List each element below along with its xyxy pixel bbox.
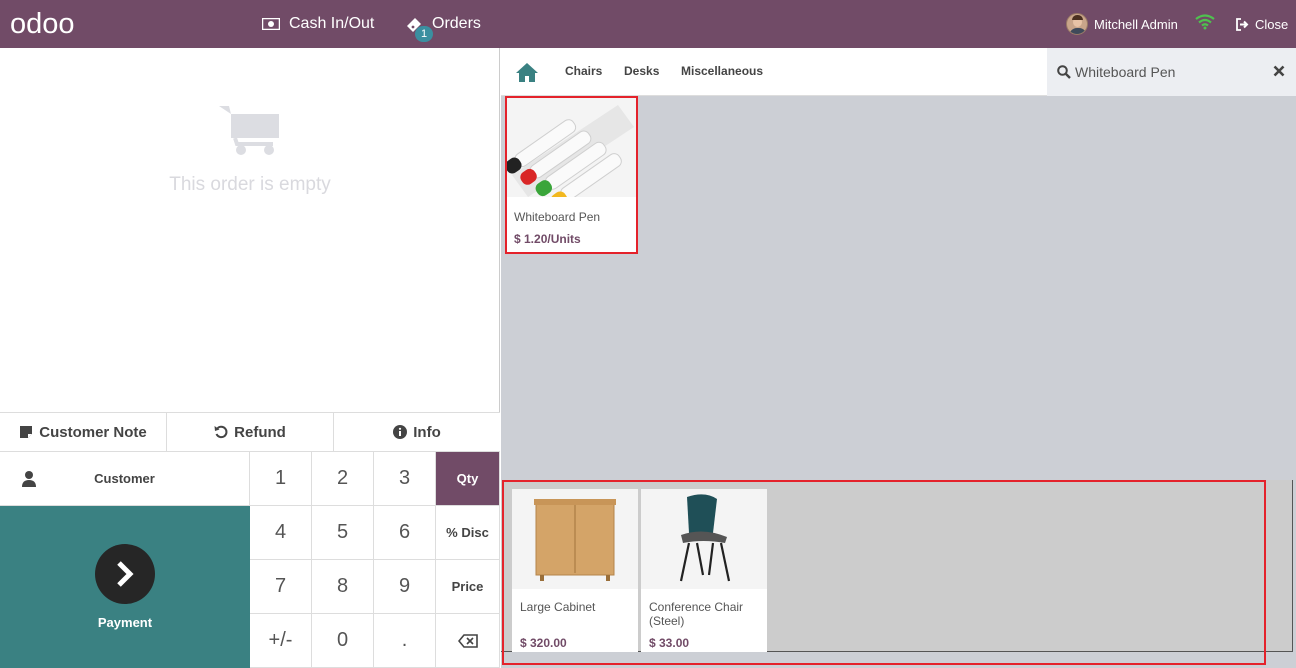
customer-note-button[interactable]: Customer Note bbox=[0, 413, 167, 452]
numpad-key-0[interactable]: 0 bbox=[312, 614, 374, 668]
search-input[interactable] bbox=[1075, 60, 1265, 84]
cash-in-out-button[interactable]: Cash In/Out bbox=[262, 0, 374, 48]
note-icon bbox=[20, 426, 33, 438]
category-miscellaneous[interactable]: Miscellaneous bbox=[681, 64, 763, 78]
numpad-key-plus-minus[interactable]: +/- bbox=[250, 614, 312, 668]
top-bar: odoo Cash In/Out 1 Orders Mitchell Admin… bbox=[0, 0, 1296, 48]
customer-note-label: Customer Note bbox=[39, 423, 147, 441]
info-icon bbox=[393, 425, 408, 439]
whiteboard-pen-image bbox=[506, 97, 636, 197]
category-bar: Chairs Desks Miscellaneous bbox=[501, 48, 1296, 96]
customer-button[interactable]: Customer bbox=[0, 452, 250, 506]
numpad-key-7[interactable]: 7 bbox=[250, 560, 312, 614]
product-name: Conference Chair (Steel) bbox=[649, 600, 744, 628]
user-name: Mitchell Admin bbox=[1094, 16, 1178, 32]
orders-button[interactable]: 1 Orders bbox=[405, 0, 481, 48]
numpad-key-3[interactable]: 3 bbox=[374, 452, 436, 506]
product-card-conference-chair[interactable]: Conference Chair (Steel) $ 33.00 bbox=[641, 489, 767, 652]
undo-icon bbox=[214, 425, 228, 439]
info-label: Info bbox=[413, 423, 441, 441]
order-panel: This order is empty Customer Note Refund… bbox=[0, 48, 500, 668]
odoo-logo: odoo bbox=[10, 9, 75, 39]
numpad-key-5[interactable]: 5 bbox=[312, 506, 374, 560]
svg-text:odoo: odoo bbox=[10, 9, 75, 39]
payment-button[interactable]: Payment bbox=[0, 506, 250, 668]
chevron-right-icon bbox=[95, 544, 155, 604]
product-price: $ 33.00 bbox=[649, 636, 690, 650]
category-chairs[interactable]: Chairs bbox=[565, 64, 602, 78]
backspace-button[interactable] bbox=[436, 614, 500, 668]
numpad-key-1[interactable]: 1 bbox=[250, 452, 312, 506]
product-name: Large Cabinet bbox=[520, 600, 596, 614]
avatar bbox=[1066, 13, 1088, 35]
refund-button[interactable]: Refund bbox=[167, 413, 334, 452]
close-icon[interactable] bbox=[1273, 65, 1285, 77]
home-icon[interactable] bbox=[515, 62, 539, 82]
user-menu[interactable]: Mitchell Admin bbox=[1066, 0, 1178, 48]
product-card-large-cabinet[interactable]: Large Cabinet $ 320.00 bbox=[512, 489, 638, 652]
product-name: Whiteboard Pen bbox=[514, 210, 601, 224]
orders-count-badge: 1 bbox=[415, 26, 434, 42]
shopping-cart-icon bbox=[219, 106, 279, 155]
numpad-key-9[interactable]: 9 bbox=[374, 560, 436, 614]
numpad-key-4[interactable]: 4 bbox=[250, 506, 312, 560]
money-icon bbox=[262, 18, 280, 30]
search-icon bbox=[1057, 65, 1071, 79]
numpad-key-6[interactable]: 6 bbox=[374, 506, 436, 560]
price-mode-button[interactable]: Price bbox=[436, 560, 500, 614]
user-icon bbox=[22, 471, 36, 487]
conference-chair-image bbox=[641, 489, 767, 589]
empty-order-text: This order is empty bbox=[169, 174, 331, 195]
order-controls: Customer Note Refund Info bbox=[0, 412, 500, 452]
numpad: 1 2 3 Qty 4 5 6 % Disc 7 8 9 Price +/- 0… bbox=[250, 452, 500, 668]
close-button[interactable]: Close bbox=[1236, 0, 1288, 48]
numpad-key-dot[interactable]: . bbox=[374, 614, 436, 668]
info-button[interactable]: Info bbox=[334, 413, 500, 452]
product-price: $ 320.00 bbox=[520, 636, 567, 650]
product-panel: Chairs Desks Miscellaneous Whiteboard Pe… bbox=[501, 48, 1296, 668]
discount-mode-button[interactable]: % Disc bbox=[436, 506, 500, 560]
orders-label: Orders bbox=[432, 15, 481, 32]
qty-mode-button[interactable]: Qty bbox=[436, 452, 500, 506]
large-cabinet-image bbox=[512, 489, 638, 589]
ticket-icon: 1 bbox=[405, 16, 434, 42]
wifi-icon bbox=[1195, 14, 1215, 30]
payment-label: Payment bbox=[97, 615, 153, 630]
product-search bbox=[1047, 48, 1296, 96]
cash-in-out-label: Cash In/Out bbox=[289, 15, 375, 32]
sign-out-icon bbox=[1236, 17, 1249, 31]
customer-label: Customer bbox=[94, 471, 155, 486]
numpad-key-8[interactable]: 8 bbox=[312, 560, 374, 614]
refund-label: Refund bbox=[234, 423, 286, 441]
numpad-key-2[interactable]: 2 bbox=[312, 452, 374, 506]
close-label: Close bbox=[1255, 16, 1289, 32]
product-price: $ 1.20/Units bbox=[514, 232, 581, 246]
category-desks[interactable]: Desks bbox=[624, 64, 659, 78]
backspace-icon bbox=[457, 633, 478, 648]
product-card-whiteboard-pen[interactable]: Whiteboard Pen $ 1.20/Units bbox=[506, 97, 636, 252]
